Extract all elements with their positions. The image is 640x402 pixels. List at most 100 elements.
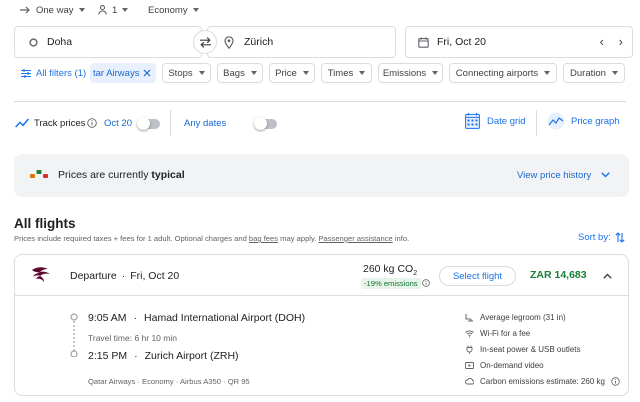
amenity-text: In-seat power & USB outlets — [480, 344, 581, 354]
price-level: typical — [151, 169, 185, 181]
origin-circle-icon — [29, 37, 38, 47]
co2-icon — [465, 377, 474, 384]
caret-down-icon — [78, 8, 85, 12]
direction-label: Departure — [70, 270, 117, 282]
vertical-divider — [536, 110, 537, 136]
separator: · — [133, 312, 138, 324]
stops-filter[interactable]: Stops — [162, 63, 211, 83]
next-date-icon[interactable]: › — [619, 35, 623, 48]
info-icon[interactable] — [87, 118, 97, 128]
note-middle: may apply. — [278, 234, 319, 243]
calendar-icon — [418, 36, 429, 48]
amenity-text: On-demand video — [480, 360, 544, 370]
trend-line-icon — [15, 118, 29, 128]
bag-fees-link[interactable]: bag fees — [249, 234, 278, 243]
emissions-label: Emissions — [382, 67, 427, 79]
date-value: Fri, Oct 20 — [437, 36, 487, 48]
cabin-select[interactable]: Economy — [148, 3, 199, 17]
connecting-airports-filter[interactable]: Connecting airports — [449, 63, 557, 83]
select-flight-button[interactable]: Select flight — [439, 266, 516, 286]
caret-down-icon — [122, 8, 129, 12]
price-graph-button[interactable]: Price graph — [547, 112, 620, 130]
date-field[interactable]: Fri, Oct 20 ‹ › — [405, 26, 633, 58]
origin-field[interactable]: Doha — [14, 26, 202, 58]
caret-down-icon — [198, 71, 205, 75]
all-filters-button[interactable]: All filters (1) — [21, 66, 86, 80]
depart-airport: Hamad International Airport (DOH) — [144, 312, 306, 324]
wifi-icon — [465, 330, 474, 338]
location-pin-icon — [224, 35, 234, 49]
caret-down-icon — [432, 71, 439, 75]
vertical-divider — [170, 110, 171, 136]
price-filter[interactable]: Price — [269, 63, 315, 83]
trip-type-select[interactable]: One way — [20, 3, 85, 17]
price-insight-prefix: Prices are currently — [58, 169, 152, 181]
emissions-value: 260 kg CO2 — [363, 263, 417, 277]
sort-by-label: Sort by: — [578, 232, 611, 243]
airline-filter-chip[interactable]: tar Airways — [90, 63, 156, 83]
caret-down-icon — [192, 8, 199, 12]
info-icon[interactable] — [611, 376, 620, 386]
person-icon — [98, 5, 107, 15]
depart-time: 9:05 AM — [88, 312, 127, 324]
destination-field[interactable]: Zürich — [207, 26, 396, 58]
airline-logo-icon — [32, 267, 50, 282]
sort-icon — [615, 232, 625, 243]
emissions-filter[interactable]: Emissions — [378, 63, 443, 83]
flight-card[interactable]: Departure · Fri, Oct 20 260 kg CO2 -19% … — [14, 254, 629, 396]
results-note: Prices include required taxes + fees for… — [14, 234, 409, 243]
passengers-count: 1 — [112, 4, 118, 16]
flight-price: ZAR 14,683 — [530, 269, 587, 281]
passengers-select[interactable]: 1 — [98, 3, 129, 17]
cabin-label: Economy — [148, 4, 188, 16]
date-grid-label: Date grid — [487, 115, 526, 127]
stops-label: Stops — [168, 67, 193, 79]
passenger-assistance-link[interactable]: Passenger assistance — [318, 234, 392, 243]
date-grid-button[interactable]: Date grid — [465, 113, 526, 129]
arrive-time: 2:15 PM — [88, 350, 128, 362]
swap-button[interactable] — [193, 30, 217, 54]
origin-value: Doha — [47, 36, 73, 48]
flight-details: Qatar Airways · Economy · Airbus A350 · … — [88, 377, 250, 386]
caret-down-icon — [611, 71, 618, 75]
itinerary-timeline — [70, 313, 78, 357]
divider — [14, 101, 626, 102]
note-suffix: info. — [392, 234, 410, 243]
amenity-wifi: Wi-Fi for a fee — [465, 325, 620, 341]
times-label: Times — [327, 67, 354, 79]
travel-time: Travel time: 6 hr 10 min — [88, 333, 177, 343]
arrive-airport: Zurich Airport (ZRH) — [144, 350, 239, 362]
price-insight-banner[interactable]: Prices are currently typical View price … — [14, 154, 629, 197]
price-graph-icon — [547, 112, 565, 130]
swap-icon — [199, 36, 211, 48]
bags-label: Bags — [223, 67, 245, 79]
close-icon[interactable] — [143, 69, 151, 77]
track-date-label: Oct 20 — [104, 118, 132, 129]
sort-by-button[interactable]: Sort by: — [578, 232, 625, 243]
airline-filter-label: tar Airways — [93, 67, 140, 79]
filter-sliders-icon — [21, 68, 31, 78]
bags-filter[interactable]: Bags — [217, 63, 263, 83]
caret-down-icon — [302, 71, 309, 75]
caret-down-icon — [359, 71, 366, 75]
price-insight-text: Prices are currently typical — [58, 169, 185, 181]
amenity-text: Average legroom (31 in) — [480, 312, 566, 322]
power-plug-icon — [466, 345, 473, 354]
view-price-history-link[interactable]: View price history — [517, 170, 591, 181]
previous-date-icon[interactable]: ‹ — [600, 35, 604, 48]
amenity-text: Carbon emissions estimate: 260 kg — [480, 376, 605, 386]
duration-filter[interactable]: Duration — [563, 63, 625, 83]
amenities-list: Average legroom (31 in) Wi-Fi for a fee … — [465, 309, 620, 389]
duration-label: Duration — [570, 67, 606, 79]
flight-date: Fri, Oct 20 — [130, 270, 180, 282]
arrival-row: 2:15 PM · Zurich Airport (ZRH) — [88, 350, 239, 362]
track-date-toggle[interactable] — [137, 117, 160, 130]
chevron-up-icon[interactable] — [603, 273, 612, 279]
any-dates-toggle[interactable] — [253, 117, 277, 130]
times-filter[interactable]: Times — [321, 63, 372, 83]
info-icon[interactable] — [422, 279, 430, 287]
chevron-down-icon[interactable] — [601, 172, 610, 178]
price-label: Price — [275, 67, 297, 79]
emissions-amount: 260 kg CO — [363, 263, 414, 275]
separator: · — [134, 350, 138, 362]
